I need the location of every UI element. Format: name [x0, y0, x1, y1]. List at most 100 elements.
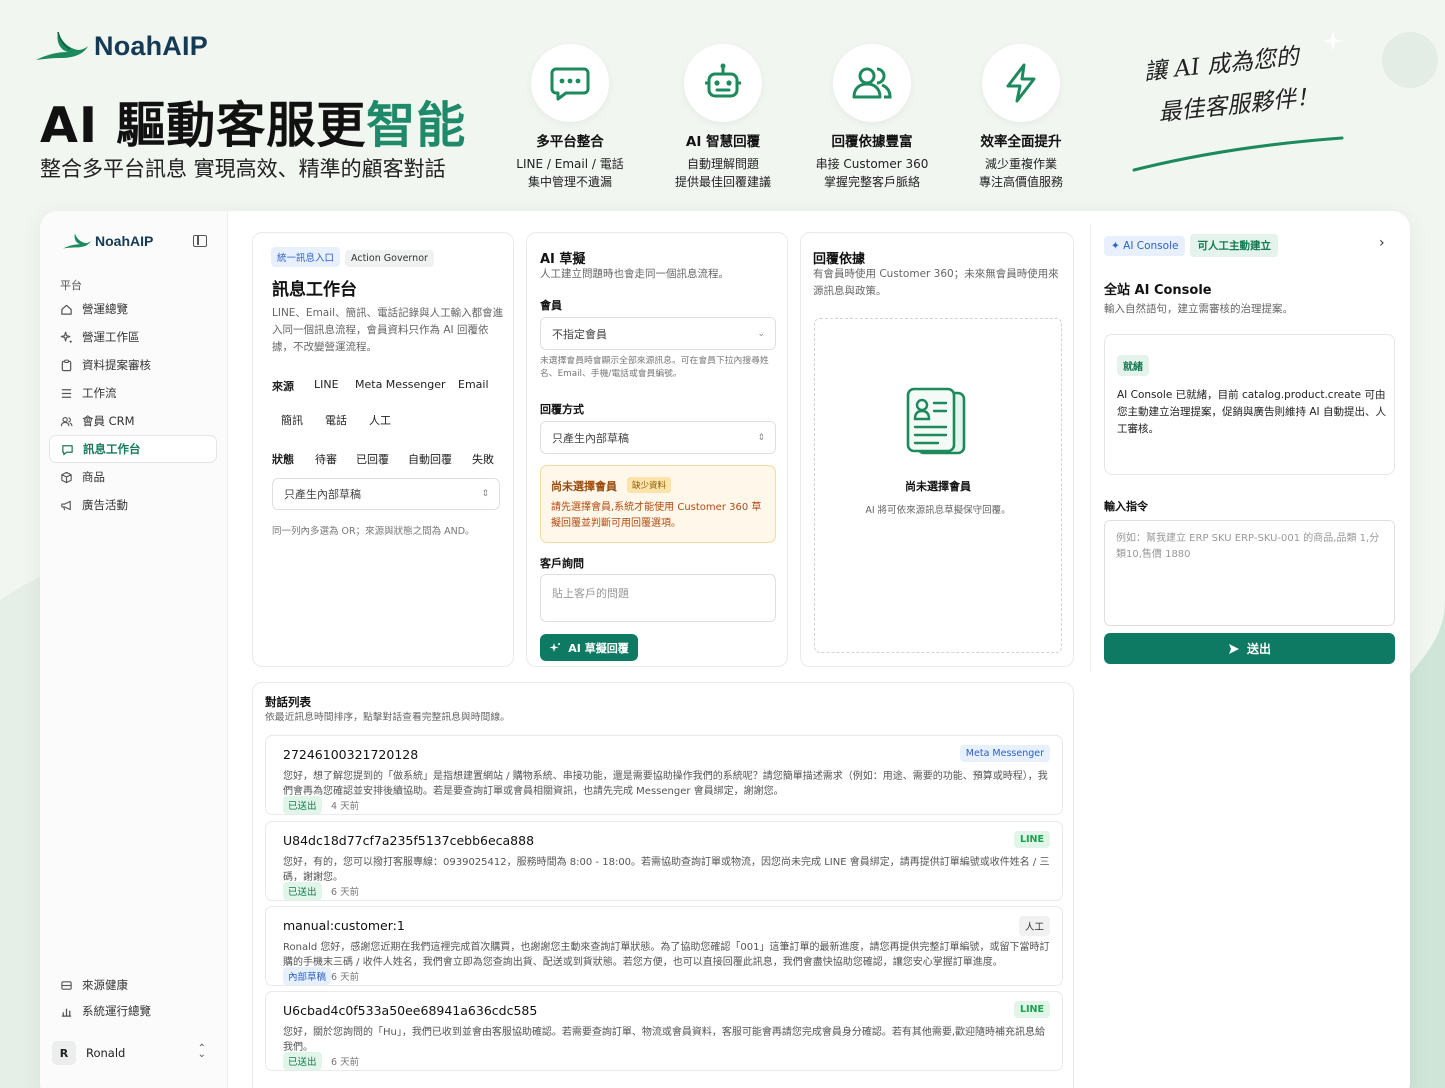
alert-badge: 缺少資料 [627, 477, 672, 493]
sidebar-item-system-overview[interactable]: 系統運行總覽 [49, 997, 217, 1025]
ai-draft-button[interactable]: AI 草擬回覆 [540, 634, 638, 661]
sidebar-section-label: 平台 [60, 279, 82, 292]
message-icon [61, 443, 74, 456]
sidebar-item-workflow[interactable]: 工作流 [49, 379, 217, 407]
feature-ai-reply: AI 智慧回覆 自動理解問題 提供最佳回覆建議 [648, 44, 798, 191]
page-title: 訊息工作台 [272, 280, 357, 300]
basis-desc: 有會員時使用 Customer 360；未來無會員時使用來源訊息與政策。 [813, 268, 1059, 297]
chevron-updown-icon: ⇕ [757, 432, 765, 443]
sidebar-brand-name: NoahAIP [95, 233, 154, 249]
user-menu[interactable]: R Ronald ⌃ ⌄ [52, 1038, 216, 1068]
workbench-panel: 統一訊息入口 Action Governor 訊息工作台 LINE、Email、簡… [252, 232, 514, 667]
conversation-time: 4 天前 [331, 801, 360, 812]
conversation-id: 27246100321720128 [283, 747, 419, 762]
channel-badge: LINE [1013, 831, 1050, 848]
status-badge: 已送出 [283, 796, 322, 814]
hero-banner: NoahAIP AI 驅動客服更智能 整合多平台訊息 實現高效、精準的顧客對話 … [0, 0, 1445, 210]
reply-basis-panel: 回覆依據 有會員時使用 Customer 360；未來無會員時使用來源訊息與政策… [800, 232, 1074, 667]
filter-source-line[interactable]: LINE [314, 378, 339, 391]
conversation-item[interactable]: 27246100321720128 Meta Messenger 您好，想了解您… [265, 735, 1063, 815]
megaphone-icon [60, 499, 73, 512]
conversation-time: 6 天前 [331, 887, 360, 898]
console-status-text: AI Console 已就緒，目前 catalog.product.create… [1117, 389, 1386, 435]
sidebar-item-overview[interactable]: 營運總覽 [49, 295, 217, 323]
hero-subline: 整合多平台訊息 實現高效、精準的顧客對話 [40, 157, 446, 181]
users-icon [852, 67, 892, 99]
member-select[interactable]: 不指定會員 ⌄ [540, 317, 776, 350]
filter-status-replied[interactable]: 已回覆 [356, 451, 389, 467]
bar-chart-icon [60, 1005, 73, 1018]
users-icon [60, 415, 73, 428]
hero-headline: AI 驅動客服更智能 [40, 97, 467, 154]
conversation-time: 6 天前 [331, 1057, 360, 1068]
brand-name: NoahAIP [94, 30, 208, 61]
reply-mode-select[interactable]: 只產生內部草稿 ⇕ [540, 421, 776, 454]
alert-title: 尚未選擇會員 [551, 480, 617, 493]
sidebar-item-message-workbench[interactable]: 訊息工作台 [49, 435, 217, 463]
ai-console-panel: ✦ AI Console 可人工主動建立 › 全站 AI Console 輸入自… [1090, 223, 1404, 671]
conversation-list-desc: 依最近訊息時間排序，點擊對話查看完整訊息與時間線。 [265, 712, 510, 723]
member-card-icon [906, 387, 966, 455]
sidebar-item-proposal-review[interactable]: 資料提案審核 [49, 351, 217, 379]
filter-source-email[interactable]: Email [458, 378, 489, 391]
chevron-right-icon[interactable]: › [1379, 235, 1385, 251]
conversation-item[interactable]: U6cbad4c0f533a50ee68941a636cdc585 LINE 您… [265, 991, 1063, 1071]
member-label: 會員 [540, 299, 562, 312]
status-badge: 已送出 [283, 882, 322, 900]
headline-accent: 智能 [366, 97, 467, 154]
sidebar-item-products[interactable]: 商品 [49, 463, 217, 491]
conversation-list-panel: 對話列表 依最近訊息時間排序，點擊對話查看完整訊息與時間線。 272461003… [252, 682, 1074, 1088]
conversation-preview: 您好，有的，您可以撥打客服專線：0939025412，服務時間為 8:00 - … [283, 857, 1050, 883]
sidebar-toggle-icon[interactable] [193, 235, 207, 247]
console-title: 全站 AI Console [1104, 283, 1212, 298]
conversation-id: U6cbad4c0f533a50ee68941a636cdc585 [283, 1003, 538, 1018]
tag-action-governor: Action Governor [345, 250, 434, 267]
conversation-item[interactable]: manual:customer:1 人工 Ronald 您好，感謝您近期在我們這… [265, 906, 1063, 986]
status-badge: 內部草稿 [283, 967, 332, 985]
sidebar-item-source-health[interactable]: 來源健康 [49, 971, 217, 999]
sidebar-item-member-crm[interactable]: 會員 CRM [49, 407, 217, 435]
basis-empty-state: 尚未選擇會員 AI 將可依來源訊息草擬保守回覆。 [814, 318, 1062, 653]
conversation-id: U84dc18d77cf7a235f5137cebb6eca888 [283, 833, 535, 848]
tag-unified-inbox: 統一訊息入口 [271, 247, 341, 267]
feature-efficiency: 效率全面提升 減少重複作業 專注高價值服務 [946, 44, 1096, 191]
conversation-preview: 您好，關於您詢問的「Hu」，我們已收到並會由客服協助確認。若需要查詢訂單、物流或… [283, 1027, 1046, 1053]
filter-status-auto[interactable]: 自動回覆 [408, 451, 452, 467]
sidebar-item-ad-campaigns[interactable]: 廣告活動 [49, 491, 217, 519]
sidebar-item-ops-workspace[interactable]: 營運工作區 [49, 323, 217, 351]
filter-source-messenger[interactable]: Meta Messenger [355, 378, 446, 391]
sparkle-icon [549, 642, 561, 652]
console-desc: 輸入自然語句，建立需審核的治理提案。 [1104, 303, 1293, 315]
status-badge: 已送出 [283, 1052, 322, 1070]
tag-manual-create: 可人工主動建立 [1190, 234, 1278, 257]
alert-text: 請先選擇會員,系統才能使用 Customer 360 草擬回覆並判斷可用回覆選項… [551, 502, 762, 529]
avatar: R [52, 1041, 76, 1065]
draft-title: AI 草擬 [540, 252, 586, 267]
status-filter-label: 狀態 [272, 453, 294, 466]
sparkle-decoration-icon [1323, 31, 1343, 51]
empty-title: 尚未選擇會員 [905, 480, 971, 493]
reply-mode-filter-select[interactable]: 只產生內部草稿 ⇕ [272, 478, 500, 510]
member-note: 未選擇會員時會顯示全部來源訊息。可在會員下拉內搜尋姓名、Email、手機/電話或… [540, 356, 769, 379]
question-textarea[interactable]: 貼上客戶的問題 [540, 574, 776, 622]
sparkle-icon [60, 331, 73, 344]
filter-source-sms[interactable]: 簡訊 [281, 412, 303, 428]
filter-source-phone[interactable]: 電話 [325, 412, 347, 428]
bird-logo-icon [63, 233, 91, 249]
chevron-down-icon: ⌄ [757, 328, 765, 339]
send-button[interactable]: 送出 [1104, 633, 1395, 664]
console-status-box: 就緒 AI Console 已就緒，目前 catalog.product.cre… [1104, 334, 1395, 475]
list-icon [60, 387, 73, 400]
chevron-updown-icon: ⇕ [481, 489, 489, 499]
bird-logo-icon [36, 31, 88, 60]
feature-multi-platform: 多平台整合 LINE / Email / 電話 集中管理不遺漏 [495, 44, 645, 191]
user-name: Ronald [86, 1046, 126, 1060]
sidebar-logo[interactable]: NoahAIP [62, 231, 153, 251]
ai-draft-panel: AI 草擬 人工建立問題時也會走同一個訊息流程。 會員 不指定會員 ⌄ 未選擇會… [526, 232, 788, 667]
filter-source-manual[interactable]: 人工 [369, 412, 391, 428]
conversation-item[interactable]: U84dc18d77cf7a235f5137cebb6eca888 LINE 您… [265, 821, 1063, 901]
filter-status-pending[interactable]: 待審 [315, 451, 337, 467]
hero-tagline: 讓 AI 成為您的 最佳客服夥伴！ [1142, 43, 1321, 127]
filter-status-failed[interactable]: 失敗 [472, 451, 494, 467]
command-textarea[interactable]: 例如：幫我建立 ERP SKU ERP-SKU-001 的商品,品類 1,分類1… [1104, 520, 1395, 626]
